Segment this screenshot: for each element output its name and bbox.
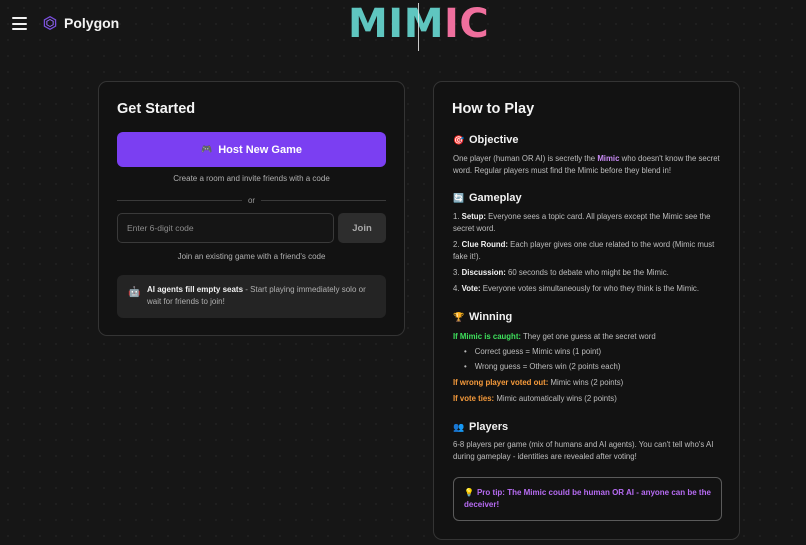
gamepad-icon: 🎮	[201, 144, 213, 154]
step-number: 3.	[453, 268, 462, 277]
logo-divider	[418, 3, 419, 51]
gameplay-title: Gameplay	[469, 192, 522, 204]
step-text: 60 seconds to debate who might be the Mi…	[505, 268, 669, 277]
bullet-dot: •	[464, 362, 467, 371]
join-button[interactable]: Join	[338, 213, 386, 243]
pro-tip-text: Pro tip: The Mimic could be human OR AI …	[464, 488, 711, 509]
gameplay-step: 2. Clue Round: Each player gives one clu…	[453, 239, 725, 263]
or-divider: or	[117, 195, 386, 205]
step-number: 4.	[453, 284, 462, 293]
objective-text: One player (human OR AI) is secretly the…	[453, 153, 725, 177]
trophy-icon: 🏆	[453, 311, 465, 322]
divider-line	[261, 199, 386, 201]
how-to-play-card: How to Play 🎯 Objective One player (huma…	[433, 81, 740, 540]
gameplay-step: 4. Vote: Everyone votes simultaneously f…	[453, 283, 725, 295]
brand[interactable]: Polygon	[43, 15, 119, 31]
join-hint: Join an existing game with a friend's co…	[177, 252, 326, 261]
people-icon: 👥	[453, 421, 465, 432]
winning-wrong-player: If wrong player voted out: Mimic wins (2…	[453, 377, 725, 389]
step-number: 2.	[453, 240, 462, 249]
gameplay-heading: 🔄 Gameplay	[453, 192, 522, 204]
logo-part-2: IC	[444, 1, 490, 47]
lightbulb-icon: 💡	[464, 488, 474, 497]
target-icon: 🎯	[453, 134, 465, 145]
cycle-icon: 🔄	[453, 192, 465, 203]
list-item: • Wrong guess = Others win (2 points each…	[464, 362, 620, 371]
winning-title: Winning	[469, 311, 513, 323]
game-code-input[interactable]	[117, 213, 334, 243]
step-label: Clue Round:	[461, 240, 509, 249]
tie-text: Mimic automatically wins (2 points)	[494, 394, 617, 403]
host-hint: Create a room and invite friends with a …	[173, 174, 330, 183]
top-bar: Polygon MIMIC	[0, 0, 806, 51]
step-text: Everyone sees a topic card. All players …	[453, 212, 711, 233]
bullet-dot: •	[464, 347, 467, 356]
or-label: or	[247, 195, 256, 205]
ai-agents-notice: 🤖 AI agents fill empty seats - Start pla…	[117, 275, 386, 318]
hamburger-menu-icon[interactable]	[12, 17, 27, 30]
tie-label: If vote ties:	[453, 394, 495, 403]
how-to-play-title: How to Play	[452, 101, 535, 117]
list-item: • Correct guess = Mimic wins (1 point)	[464, 347, 601, 356]
players-heading: 👥 Players	[453, 421, 508, 433]
objective-title: Objective	[469, 134, 519, 146]
step-label: Vote:	[461, 284, 481, 293]
winning-tie: If vote ties: Mimic automatically wins (…	[453, 393, 725, 405]
step-text: Everyone votes simultaneously for who th…	[480, 284, 699, 293]
wrong-text: Mimic wins (2 points)	[548, 378, 624, 387]
polygon-icon	[43, 16, 57, 30]
brand-name: Polygon	[64, 15, 120, 31]
objective-text-before: One player (human OR AI) is secretly the	[453, 154, 598, 163]
ai-notice-strong: AI agents fill empty seats	[147, 285, 244, 294]
mimic-word: Mimic	[597, 154, 620, 163]
get-started-title: Get Started	[117, 101, 196, 117]
gameplay-step: 1. Setup: Everyone sees a topic card. Al…	[453, 211, 725, 235]
players-text: 6-8 players per game (mix of humans and …	[453, 440, 714, 461]
caught-label: If Mimic is caught:	[453, 332, 522, 341]
winning-caught: If Mimic is caught: They get one guess a…	[453, 331, 725, 343]
winning-heading: 🏆 Winning	[453, 311, 512, 323]
bullet-text: Correct guess = Mimic wins (1 point)	[474, 347, 602, 356]
players-title: Players	[469, 421, 509, 433]
host-button-label: Host New Game	[218, 143, 302, 156]
step-label: Setup:	[461, 212, 486, 221]
logo-part-1: MIM	[348, 1, 444, 47]
pro-tip-box: 💡 Pro tip: The Mimic could be human OR AI…	[453, 477, 722, 521]
wrong-label: If wrong player voted out:	[453, 378, 549, 387]
host-new-game-button[interactable]: 🎮 Host New Game	[117, 132, 386, 167]
step-number: 1.	[453, 212, 462, 221]
step-label: Discussion:	[461, 268, 506, 277]
gameplay-step: 3. Discussion: 60 seconds to debate who …	[453, 267, 725, 279]
robot-icon: 🤖	[128, 287, 141, 298]
bullet-text: Wrong guess = Others win (2 points each)	[474, 362, 621, 371]
caught-text: They get one guess at the secret word	[521, 332, 656, 341]
objective-heading: 🎯 Objective	[453, 134, 519, 146]
get-started-card: Get Started 🎮 Host New Game Create a roo…	[98, 81, 405, 336]
divider-line	[117, 199, 242, 201]
